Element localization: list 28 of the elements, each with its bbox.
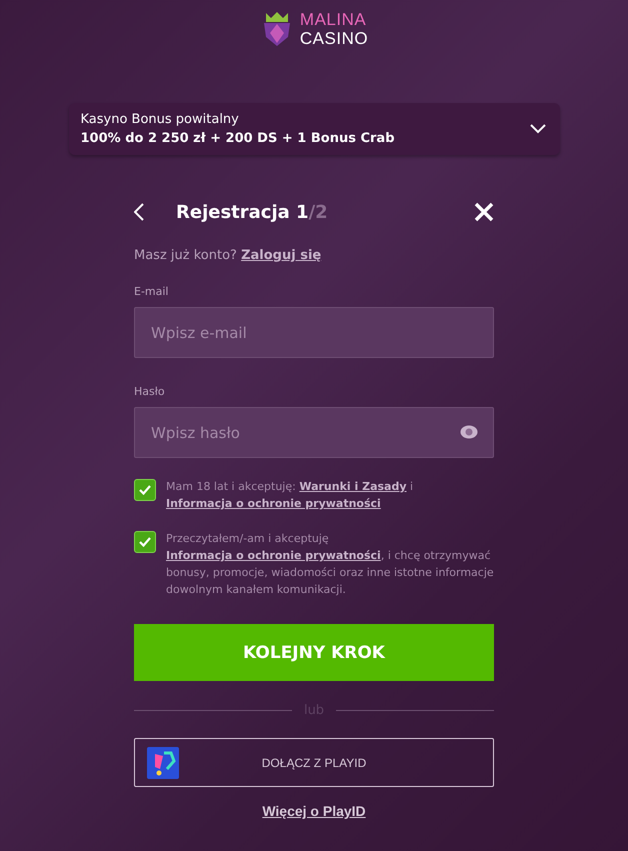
consent-text: Mam 18 lat i akceptuję: Warunki i Zasady i Informacja o ochronie prywatności: [166, 479, 414, 512]
field-label: Hasło: [134, 385, 166, 398]
bonus-title: Kasyno Bonus powitalny: [80, 112, 240, 127]
email-field[interactable]: Wpisz e-mail: [134, 307, 494, 358]
terms-link[interactable]: Informacja o ochronie prywatności: [166, 549, 381, 562]
close-button[interactable]: [474, 202, 494, 222]
step-count: /2: [308, 202, 328, 222]
playid-logo-icon: [147, 746, 179, 778]
playid-info-link[interactable]: Więcej o PlayID: [262, 803, 366, 819]
terms-link[interactable]: Warunki i Zasady: [299, 480, 407, 493]
brand-name: MALINA CASINO: [300, 10, 368, 48]
bonus-dropdown[interactable]: Kasyno Bonus powitalny 100% do 2 250 zł + 200 DS + 1 Bonus Crab: [68, 103, 560, 155]
form-title: Rejestracja 1: [176, 202, 309, 222]
checkmark-icon: [139, 485, 151, 495]
consent-text: Przeczytałem/-am i akceptuję Informacja o ochronie prywatności, i chcę otrzymywać bonusy, promocje, wiadomości oraz inne istotne informacje dowolnym kanałem komunikacji.: [166, 531, 494, 598]
password-field[interactable]: Wpisz hasło: [134, 407, 494, 458]
chevron-icon: [530, 124, 546, 134]
playid-button[interactable]: DOŁĄCZ Z PLAYID: [134, 738, 494, 787]
terms-link[interactable]: Informacja o ochronie prywatności: [166, 497, 381, 510]
eye-icon[interactable]: [460, 425, 478, 439]
checkbox[interactable]: [134, 531, 156, 553]
back-button[interactable]: [134, 203, 144, 221]
bonus-offer: 100% do 2 250 zł + 200 DS + 1 Bonus Crab: [80, 131, 394, 146]
checkmark-icon: [139, 537, 151, 547]
login-prompt: Masz już konto? Zaloguj się: [134, 248, 322, 263]
login-link[interactable]: Zaloguj się: [241, 248, 322, 263]
checkbox[interactable]: [134, 479, 156, 501]
field-label: E-mail: [134, 285, 170, 298]
